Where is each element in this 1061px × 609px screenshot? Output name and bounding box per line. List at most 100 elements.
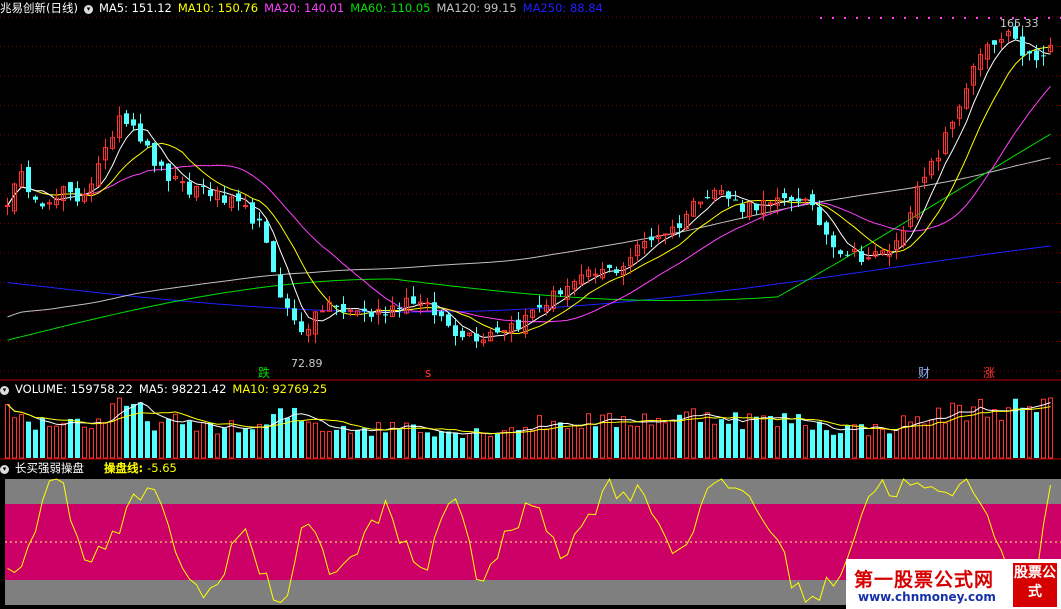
candle — [684, 210, 689, 231]
volume-bar — [579, 427, 584, 459]
volume-bar — [194, 430, 199, 459]
candle-body — [341, 303, 346, 313]
volume-bar — [544, 428, 549, 459]
candle — [523, 308, 528, 339]
volume-bar — [537, 415, 542, 459]
candle — [726, 190, 731, 207]
volume-bar — [341, 425, 346, 458]
candle — [369, 308, 374, 322]
candle — [278, 267, 283, 298]
candle — [901, 225, 906, 249]
candle — [82, 188, 87, 204]
volume-bar — [467, 433, 472, 459]
candle-body — [649, 236, 654, 241]
candle — [971, 63, 976, 96]
volume-bar — [656, 417, 661, 459]
volume-bar — [124, 405, 129, 458]
reference-dot — [904, 17, 906, 19]
marker-die[interactable]: 跌 — [258, 365, 270, 380]
volume-bar — [992, 409, 997, 459]
volume-bar — [26, 421, 31, 458]
volume-bar — [1020, 407, 1025, 458]
volume-bar — [47, 425, 52, 459]
candle — [292, 299, 297, 325]
candle-body — [180, 181, 185, 184]
candle — [558, 287, 563, 297]
chart-area[interactable]: 165.33 72.89 跌 s 财 涨 — [0, 0, 1061, 609]
volume-bar — [670, 419, 675, 459]
volume-bar — [159, 421, 164, 459]
volume-bar — [593, 426, 598, 458]
candle — [936, 149, 941, 171]
volume-bar — [635, 425, 640, 459]
volume-bar — [698, 421, 703, 458]
candle-body — [383, 314, 388, 316]
volume-bar — [439, 431, 444, 458]
reference-dot — [976, 17, 978, 19]
candle-body — [495, 327, 500, 333]
volume-bar — [1034, 412, 1039, 458]
candle — [495, 321, 500, 334]
volume-bar — [425, 432, 430, 458]
volume-bar — [719, 419, 724, 458]
candle — [453, 318, 458, 346]
reference-dot — [952, 17, 954, 19]
candle — [460, 327, 465, 341]
candle — [1048, 37, 1053, 53]
candle — [439, 309, 444, 322]
volume-bar — [54, 425, 59, 459]
watermark-url: www.chnmoney.com — [858, 590, 996, 604]
candle-body — [278, 274, 283, 298]
candle — [138, 113, 143, 144]
volume-bar — [215, 433, 220, 459]
candle — [33, 195, 38, 203]
volume-bar — [271, 414, 276, 458]
ma120-line — [7, 157, 1051, 318]
candle — [320, 305, 325, 313]
candle — [117, 106, 122, 143]
candle — [719, 184, 724, 196]
reference-dot — [880, 17, 882, 19]
ma5-line — [7, 39, 1051, 339]
candle-body — [222, 195, 227, 203]
marker-s[interactable]: s — [425, 366, 431, 380]
volume-bar — [957, 404, 962, 459]
volume-bar — [565, 428, 570, 459]
volume-bar — [250, 429, 255, 458]
candle — [894, 232, 899, 260]
candle — [593, 268, 598, 284]
volume-bar — [355, 430, 360, 458]
volume-bar — [320, 430, 325, 459]
candle — [229, 194, 234, 212]
volume-bar — [299, 421, 304, 458]
candle — [796, 188, 801, 208]
candle-body — [243, 205, 248, 208]
volume-bar — [824, 430, 829, 458]
volume-bar — [663, 422, 668, 459]
candle — [950, 120, 955, 138]
candle-body — [1027, 51, 1032, 54]
candle — [866, 247, 871, 261]
reference-dot — [832, 17, 834, 19]
candle — [656, 224, 661, 243]
candle — [222, 185, 227, 206]
volume-bar — [453, 432, 458, 458]
candle-body — [992, 40, 997, 45]
candle-body — [40, 203, 45, 207]
candle-body — [796, 198, 801, 202]
candle-body — [411, 296, 416, 304]
volume-bar — [712, 423, 717, 459]
high-price-label: 165.33 — [1000, 17, 1039, 30]
candle-body — [803, 198, 808, 201]
volume-bar — [327, 431, 332, 459]
candle — [110, 130, 115, 151]
marker-zhang[interactable]: 涨 — [983, 365, 995, 380]
candle — [299, 312, 304, 335]
candle — [362, 300, 367, 322]
candle — [180, 176, 185, 192]
candle-body — [299, 321, 304, 333]
candle-body — [432, 302, 437, 316]
volume-bar — [775, 426, 780, 459]
marker-cai[interactable]: 财 — [918, 366, 930, 380]
volume-bar — [278, 408, 283, 458]
